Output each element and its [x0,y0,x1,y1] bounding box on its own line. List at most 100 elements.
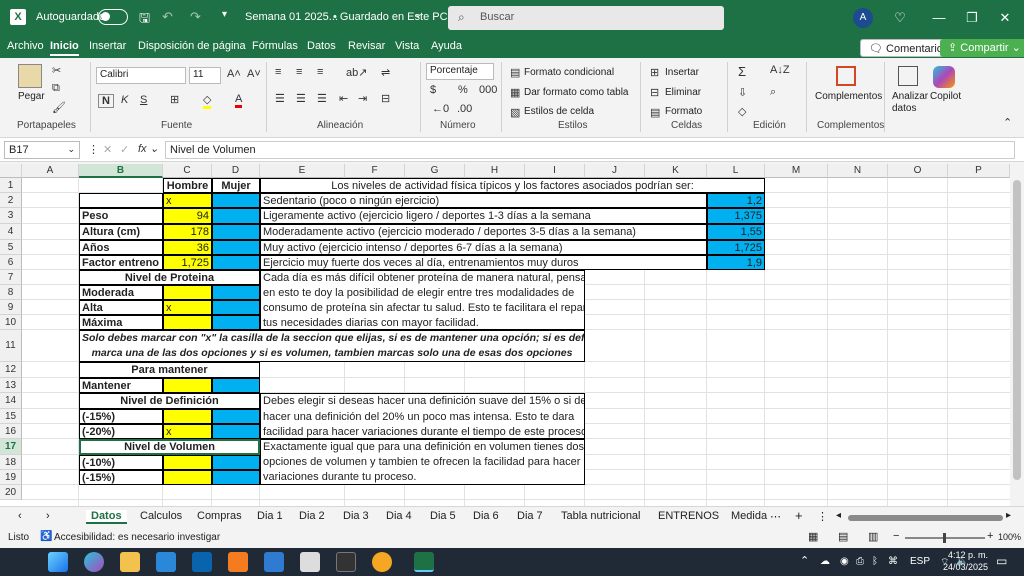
altura-mujer-cell[interactable] [212,224,260,240]
terminal-icon[interactable] [336,552,356,572]
align-right-icon[interactable]: ☰ [317,92,327,105]
more-options-icon[interactable]: ⋮ [88,143,99,156]
activity-title[interactable]: Los niveles de actividad física típicos … [260,178,765,193]
scroll-thumb[interactable] [1013,180,1021,480]
row-header-4[interactable]: 4 [0,224,22,240]
close-icon[interactable]: ✕ [995,8,1015,28]
underline-icon[interactable]: S [140,94,147,106]
cut-icon[interactable]: ✂ [52,64,61,77]
font-name-select[interactable]: Calibri [96,67,186,84]
activity-factor-5[interactable]: 1,9 [707,255,765,270]
column-header-m[interactable]: M [765,164,828,178]
formula-input[interactable]: Nivel de Volumen [165,141,1015,159]
delete-cells-button[interactable]: Eliminar [665,87,701,98]
activity-level-5[interactable]: Ejercicio muy fuerte dos veces al día, e… [260,255,707,270]
row-header-13[interactable]: 13 [0,378,22,393]
wrap-text-icon[interactable]: ⇌ [381,66,390,79]
paste-icon[interactable] [18,64,42,88]
accessibility-status[interactable]: Accesibilidad: es necesario investigar [54,532,220,543]
notifications-icon[interactable]: ▭ [996,554,1007,568]
conditional-format-icon[interactable]: ▤ [510,66,520,79]
merge-center-icon[interactable]: ⊟ [381,92,390,105]
horizontal-scrollbar[interactable]: ◂ ▸ [836,510,1016,524]
paste-button[interactable]: Pegar [18,91,45,102]
definicion-15-hombre[interactable] [163,409,212,424]
row-header-2[interactable]: 2 [0,193,22,208]
increase-font-icon[interactable]: A˄ [227,68,241,80]
tab-scroll-right-icon[interactable]: › [46,510,50,522]
column-header-i[interactable]: I [525,164,585,178]
column-header-p[interactable]: P [948,164,1010,178]
format-cells-icon[interactable]: ▤ [650,106,660,119]
row-header-18[interactable]: 18 [0,455,22,470]
vertical-scrollbar[interactable] [1010,164,1024,506]
excel-taskbar-icon[interactable] [414,552,434,572]
addins-icon[interactable] [836,66,856,86]
row-header-6[interactable]: 6 [0,255,22,270]
row-header-20[interactable]: 20 [0,485,22,500]
row-header-3[interactable]: 3 [0,208,22,224]
scroll-right-icon[interactable]: ▸ [1006,510,1011,521]
printer-icon[interactable]: ⎙ [856,556,864,567]
normal-view-icon[interactable]: ▦ [808,530,818,543]
tab-dia-3[interactable]: Dia 3 [343,510,369,522]
proteina-description[interactable]: Cada día es más difícil obtener proteína… [260,270,585,330]
menu-ayuda[interactable]: Ayuda [431,40,462,52]
header-hombre[interactable]: Hombre [163,178,212,193]
restore-icon[interactable]: ❐ [962,8,982,28]
security-icon[interactable]: ◉ [840,556,849,567]
column-header-h[interactable]: H [465,164,525,178]
definicion-20-label[interactable]: (-20%) [79,424,163,439]
proteina-maxima-label[interactable]: Máxima [79,315,163,330]
factor-entreno-value[interactable]: 1,725 [163,255,212,270]
search-box[interactable]: ⌕ Buscar [448,6,724,30]
factor-entreno-label[interactable]: Factor entreno [79,255,163,270]
mantener-header[interactable]: Para mantener [79,362,260,378]
format-table-button[interactable]: Dar formato como tabla [524,87,629,98]
add-sheet-icon[interactable]: + [795,508,803,523]
delete-cells-icon[interactable]: ⊟ [650,86,659,99]
row-header-1[interactable]: 1 [0,178,22,193]
row-header-12[interactable]: 12 [0,362,22,378]
align-center-icon[interactable]: ☰ [296,92,306,105]
function-icon[interactable]: fx ⌄ [138,142,159,155]
cell-styles-button[interactable]: Estilos de celda [524,106,594,117]
align-middle-icon[interactable]: ≡ [296,66,302,78]
definicion-20-mujer[interactable] [212,424,260,439]
conditional-format-button[interactable]: Formato condicional [524,67,614,78]
outlook-icon[interactable] [192,552,212,572]
name-box[interactable]: B17 ⌄ [4,141,80,159]
activity-level-4[interactable]: Muy activo (ejercicio intenso / deportes… [260,240,707,255]
row-header-19[interactable]: 19 [0,470,22,485]
worksheet-grid[interactable]: A B C D E F G H I J K L M N O P 1 2 3 4 5 6 7 8 9 10 11 12 13 14 15 16 1… [0,164,1010,506]
analyze-data-icon[interactable] [898,66,918,86]
volumen-15-mujer[interactable] [212,470,260,485]
header-mujer[interactable]: Mujer [212,178,260,193]
column-header-a[interactable]: A [22,164,79,178]
row-header-11[interactable]: 11 [0,330,22,362]
volumen-header[interactable]: Nivel de Volumen [79,439,260,455]
more-tabs-icon[interactable]: ⋯ [770,510,781,523]
zoom-slider-handle[interactable] [943,533,946,543]
align-bottom-icon[interactable]: ≡ [317,66,323,78]
hscroll-thumb[interactable] [848,515,1003,521]
proteina-maxima-mujer[interactable] [212,315,260,330]
column-header-l[interactable]: L [707,164,765,178]
bold-icon[interactable]: N [98,94,114,108]
zoom-slider[interactable] [905,533,985,543]
redo-icon[interactable]: ↷ [190,9,201,25]
proteina-header[interactable]: Nivel de Proteina [79,270,260,285]
thousands-icon[interactable]: 000 [479,84,497,96]
indent-increase-icon[interactable]: ⇥ [358,92,367,105]
definicion-15-label[interactable]: (-15%) [79,409,163,424]
column-header-g[interactable]: G [405,164,465,178]
increase-decimal-icon[interactable]: ←0 [432,103,449,115]
undo-icon[interactable]: ↶ [162,9,173,25]
row-header-16[interactable]: 16 [0,424,22,439]
row-header-8[interactable]: 8 [0,285,22,300]
collapse-ribbon-icon[interactable]: ⌃ [1003,116,1012,129]
document-icon[interactable] [300,552,320,572]
fill-color-icon[interactable]: ◇ [203,93,212,109]
row-header-5[interactable]: 5 [0,240,22,255]
copilot-icon[interactable] [933,66,955,88]
